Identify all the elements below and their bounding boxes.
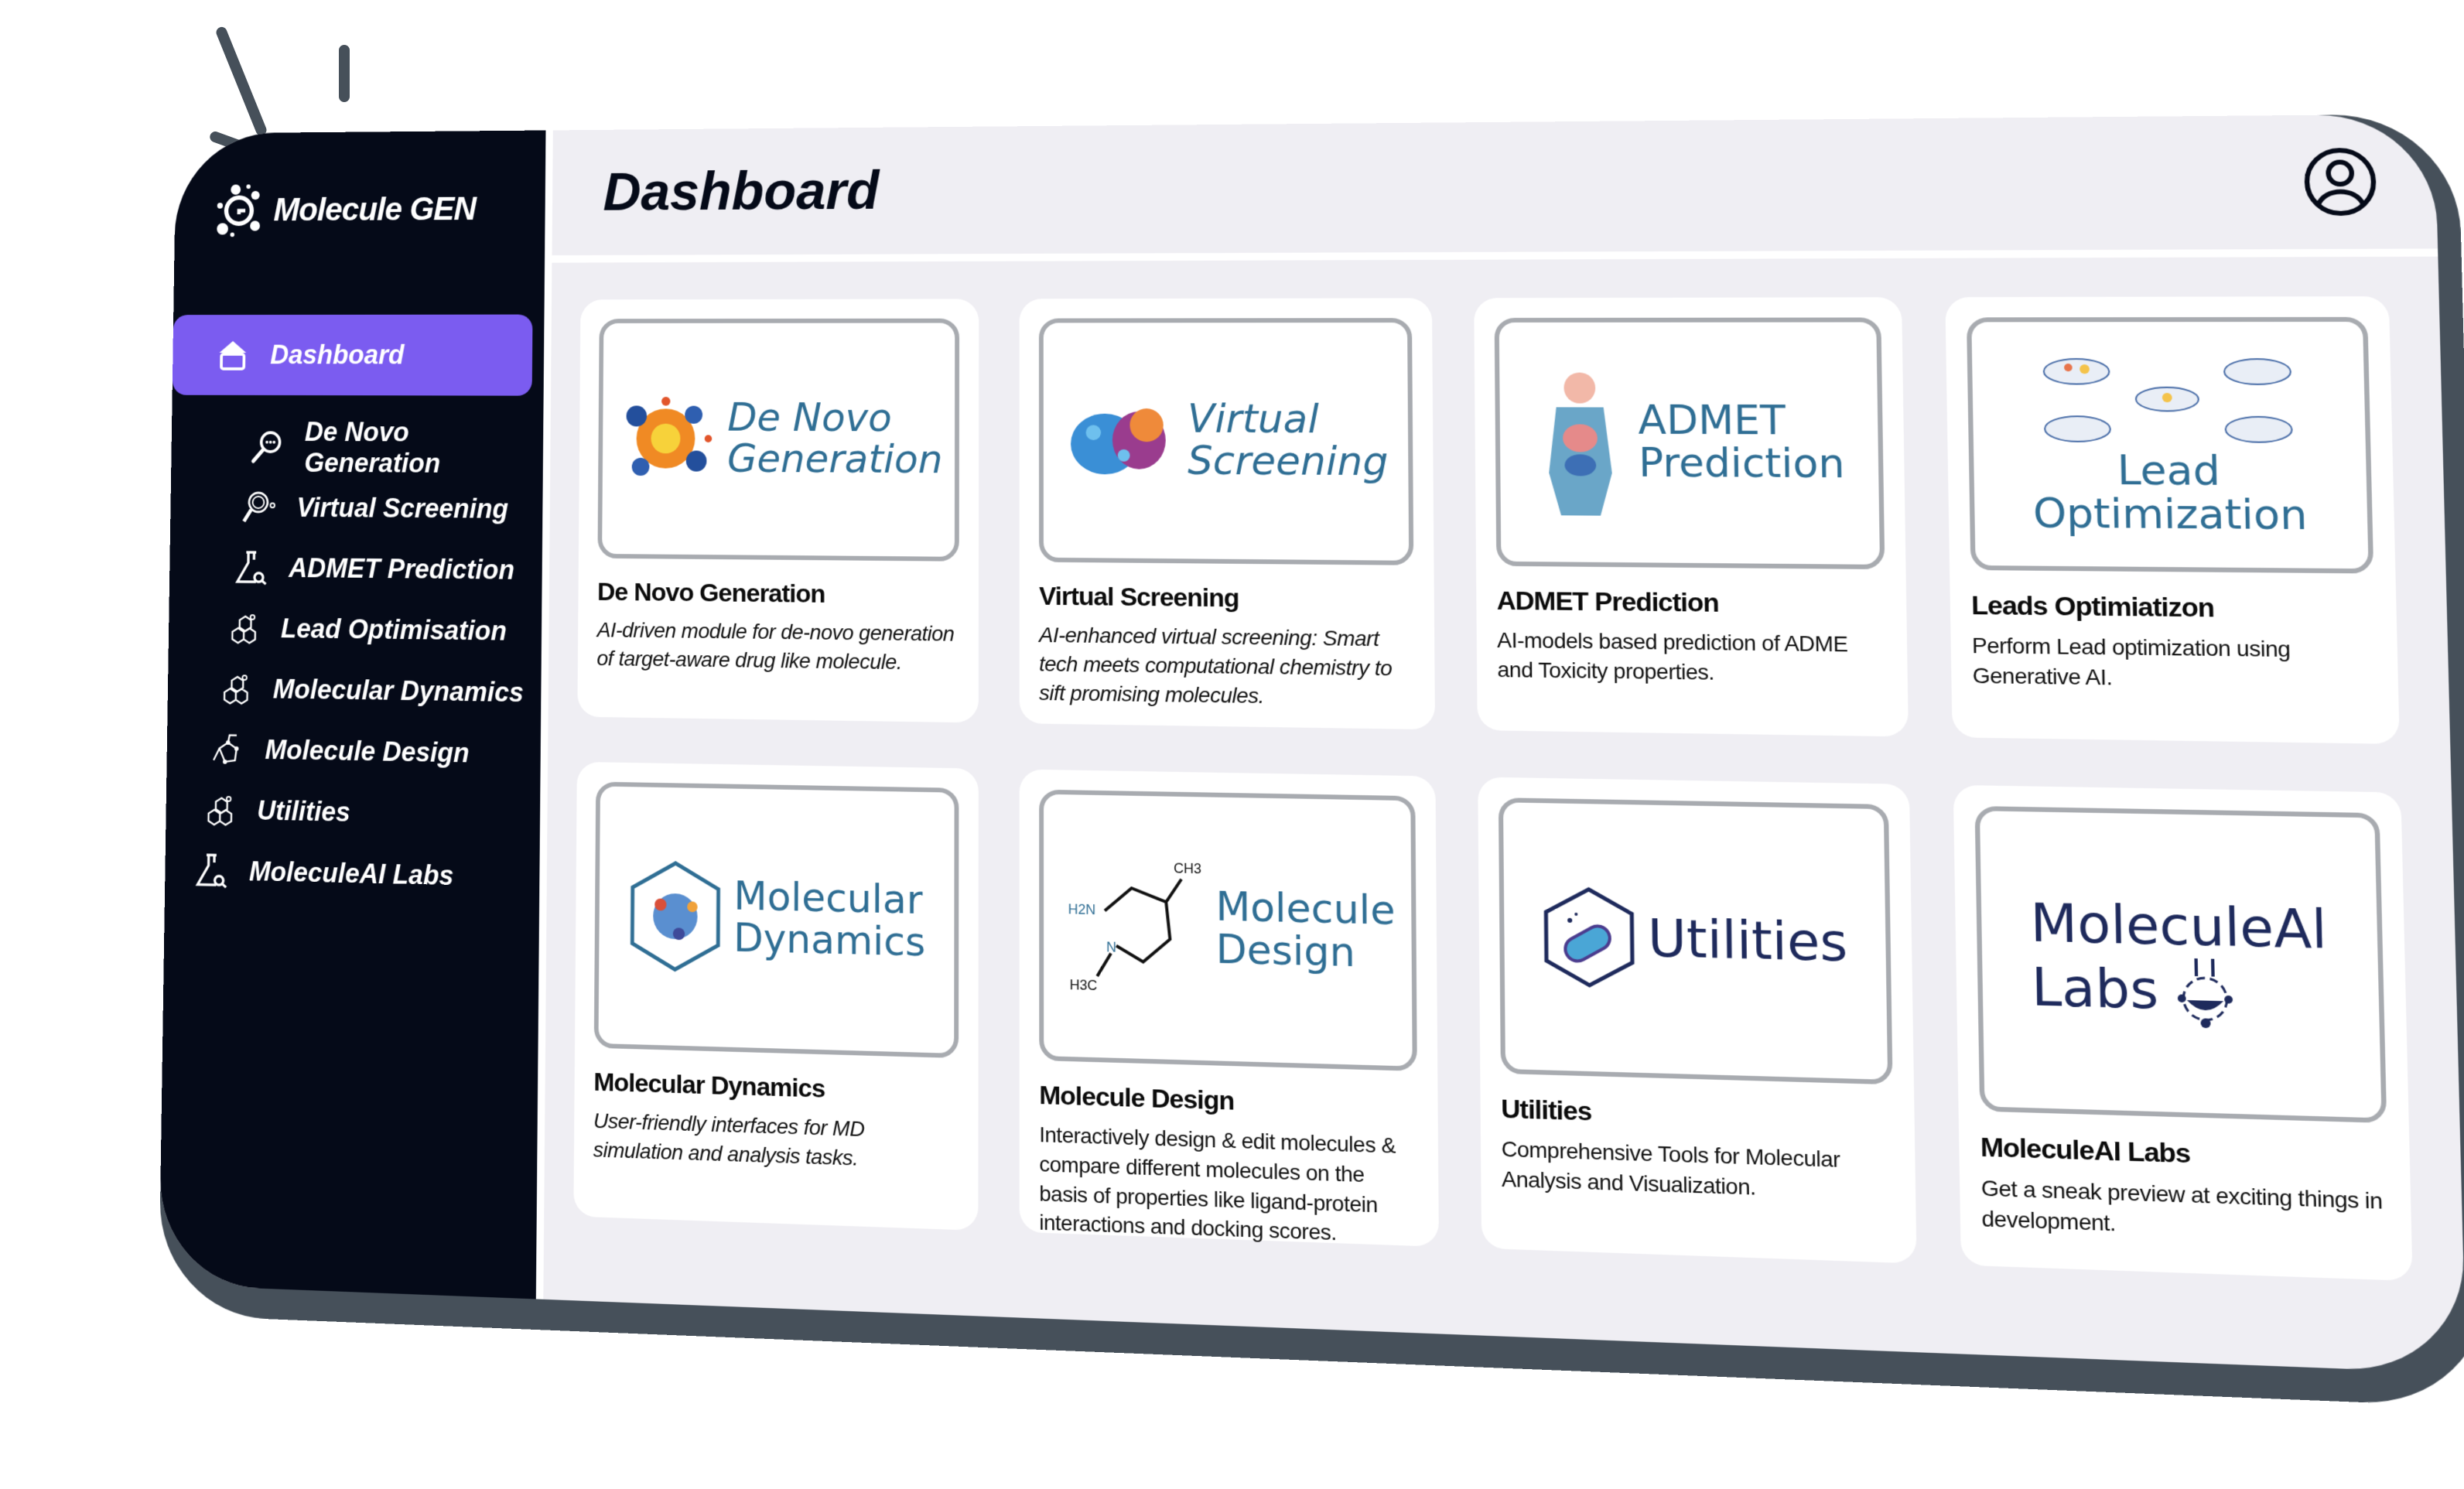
flask-search-icon	[233, 549, 269, 586]
card-title: Molecular Dynamics	[593, 1067, 825, 1104]
molecule-rings-icon	[217, 670, 254, 707]
thumb-line: Molecular	[733, 873, 923, 924]
card-title: Molecule Design	[1039, 1081, 1235, 1116]
module-grid: De Novo Generation De Novo Generation AI…	[549, 257, 2451, 745]
card-description: AI-enhanced virtual screening: Smart tec…	[1039, 623, 1393, 708]
label-h2n: H2N	[1068, 901, 1096, 917]
thumb-line: De Novo	[727, 395, 892, 442]
sidebar-item-label: MoleculeAI Labs	[248, 855, 454, 891]
sidebar-item-label: Virtual Screening	[296, 492, 509, 524]
sidebar-item-label: Utilities	[257, 794, 350, 828]
hexagon-capsule-icon	[1541, 885, 1638, 989]
card-title: Utilities	[1501, 1094, 1592, 1127]
sidebar-item-label: Molecule Design	[265, 734, 470, 769]
thumb-line: Screening	[1188, 438, 1389, 486]
sidebar-item-molecule-design[interactable]: Molecule Design	[166, 718, 541, 785]
card-description: AI-models based prediction of ADME and T…	[1497, 627, 1848, 685]
thumb-line: ADMET	[1638, 398, 1786, 445]
page-title: Dashboard	[603, 161, 880, 222]
thumb-line: Generation	[726, 436, 943, 483]
label-n: N	[1107, 939, 1117, 955]
card-utilities[interactable]: Utilities Utilities Comprehensive Tools …	[1478, 777, 1917, 1264]
sidebar: Molecule GEN Dashboard De Novo Generatio…	[159, 130, 553, 1299]
card-lead-optimization[interactable]: Lead Optimization Leads Optimiatizon Per…	[1945, 296, 2400, 744]
card-moleculeai-labs[interactable]: MoleculeAl Labs MoleculeAI Labs Get a sn…	[1953, 784, 2413, 1282]
label-ch3: CH3	[1174, 860, 1202, 876]
search-chat-icon	[249, 429, 285, 466]
main-content: Dashboard De Novo Generation De Novo Gen…	[543, 114, 2464, 1373]
sidebar-item-label: Lead Optimisation	[280, 613, 507, 647]
sidebar-item-label: Dashboard	[270, 340, 405, 371]
sidebar-item-virtual-screening[interactable]: Virtual Screening	[170, 477, 543, 540]
card-thumbnail: CH3 H2N N H3C Molecule Design	[1039, 789, 1417, 1071]
molecule-graph-icon	[209, 730, 245, 768]
thumb-line: Labs	[2031, 956, 2159, 1022]
thumb-line: Optimization	[2032, 490, 2309, 540]
card-title: Leads Optimiatizon	[1970, 590, 2215, 623]
molecule-rings-icon	[225, 610, 261, 647]
sidebar-item-moleculeai-labs[interactable]: MoleculeAI Labs	[165, 839, 540, 909]
card-title: ADMET Prediction	[1496, 586, 1719, 618]
card-de-novo-generation[interactable]: De Novo Generation De Novo Generation AI…	[577, 299, 979, 723]
thumb-line: Lead	[2117, 447, 2221, 496]
home-icon	[215, 340, 251, 373]
card-thumbnail: MoleculeAl Labs	[1974, 805, 2387, 1123]
thumb-line: MoleculeAl	[2029, 892, 2328, 961]
card-description: Interactively design & edit molecules & …	[1039, 1122, 1396, 1245]
card-title: De Novo Generation	[596, 577, 825, 609]
human-body-icon	[1548, 372, 1613, 516]
sidebar-item-de-novo-generation[interactable]: De Novo Generation	[171, 417, 543, 479]
card-virtual-screening[interactable]: Virtual Screening Virtual Screening AI-e…	[1019, 298, 1436, 730]
thumb-line: Design	[1215, 926, 1356, 977]
sidebar-nav: Dashboard De Novo Generation Virtual Scr…	[165, 314, 545, 909]
device-frame: Molecule GEN Dashboard De Novo Generatio…	[158, 114, 2464, 1408]
sidebar-item-label: De Novo Generation	[304, 416, 441, 479]
card-thumbnail: ADMET Prediction	[1494, 317, 1885, 570]
thumb-line: Prediction	[1638, 439, 1845, 488]
sidebar-item-molecular-dynamics[interactable]: Molecular Dynamics	[167, 657, 541, 724]
flask-search-icon	[193, 852, 230, 890]
molecule-gen-logo-icon	[217, 184, 265, 237]
card-thumbnail: Lead Optimization	[1966, 316, 2374, 574]
sidebar-item-dashboard[interactable]: Dashboard	[172, 314, 533, 396]
card-title: MoleculeAI Labs	[1980, 1132, 2191, 1170]
card-description: AI-driven module for de-novo generation …	[596, 618, 955, 674]
card-thumbnail: Utilities	[1498, 797, 1893, 1085]
card-admet-prediction[interactable]: ADMET Prediction ADMET Prediction AI-mod…	[1474, 297, 1909, 737]
card-description: Comprehensive Tools for Molecular Analys…	[1501, 1136, 1840, 1200]
lead-molecules-icon	[2035, 352, 2301, 447]
molecule-splash-icon	[1070, 408, 1166, 475]
app-name: Molecule GEN	[273, 190, 477, 228]
label-h3c: H3C	[1070, 977, 1098, 993]
molecule-rings-icon	[201, 791, 238, 829]
module-grid-row-2: Molecular Dynamics Molecular Dynamics Us…	[544, 716, 2464, 1282]
card-thumbnail: De Novo Generation	[597, 318, 960, 562]
flask-molecule-icon	[2177, 955, 2233, 1028]
thumb-line: Dynamics	[733, 915, 926, 966]
sidebar-item-admet-prediction[interactable]: ADMET Prediction	[169, 537, 542, 601]
hexagon-molecule-icon	[627, 859, 723, 975]
card-description: Perform Lead optimization using Generati…	[1971, 633, 2291, 690]
card-title: Virtual Screening	[1039, 582, 1239, 613]
magnifier-molecule-icon	[241, 489, 278, 526]
sidebar-item-label: ADMET Prediction	[289, 552, 515, 586]
card-molecular-dynamics[interactable]: Molecular Dynamics Molecular Dynamics Us…	[573, 761, 979, 1231]
card-thumbnail: Virtual Screening	[1038, 318, 1414, 565]
thumb-line: Virtual	[1188, 396, 1319, 443]
app-window: Molecule GEN Dashboard De Novo Generatio…	[159, 114, 2464, 1374]
sidebar-item-label: Molecular Dynamics	[272, 673, 525, 708]
card-molecule-design[interactable]: CH3 H2N N H3C Molecule Design Molecule D…	[1019, 769, 1439, 1247]
header: Dashboard	[552, 114, 2438, 263]
user-circle-icon[interactable]	[2302, 146, 2379, 217]
app-logo[interactable]: Molecule GEN	[214, 183, 477, 238]
sidebar-item-lead-optimisation[interactable]: Lead Optimisation	[169, 597, 542, 662]
thumb-line: Molecule	[1215, 883, 1396, 935]
card-description: User-friendly interfaces for MD simulati…	[593, 1108, 865, 1170]
molecule-splash-icon	[626, 396, 713, 476]
card-description: Get a sneak preview at exciting things i…	[1980, 1175, 2383, 1236]
sidebar-item-utilities[interactable]: Utilities	[166, 779, 540, 847]
card-thumbnail: Molecular Dynamics	[593, 781, 959, 1059]
thumb-line: Utilities	[1647, 908, 1848, 974]
skeletal-structure-icon: CH3 H2N N H3C	[1068, 860, 1202, 993]
